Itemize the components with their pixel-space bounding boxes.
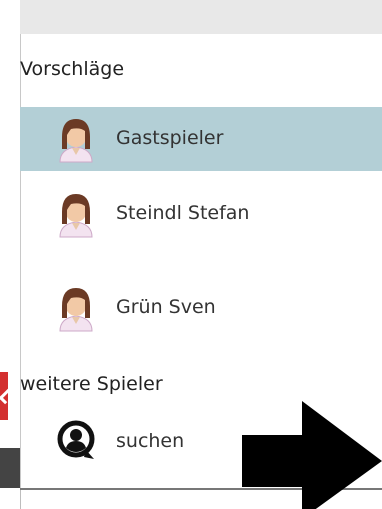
suggestion-item-gastspieler[interactable]: Gastspieler xyxy=(20,107,382,171)
suggestion-label: Steindl Stefan xyxy=(116,202,250,224)
female-player-avatar-icon xyxy=(59,119,93,163)
background-dark-area xyxy=(0,448,20,488)
suggestion-label: Gastspieler xyxy=(116,127,224,149)
suggestions-header: Vorschläge xyxy=(20,58,125,80)
suggestion-item-steindl-stefan[interactable]: Steindl Stefan xyxy=(20,182,382,246)
more-players-header: weitere Spieler xyxy=(20,373,163,395)
suggestion-label: Grün Sven xyxy=(116,296,216,318)
female-player-avatar-icon xyxy=(59,194,93,238)
suggestion-item-gruen-sven[interactable]: Grün Sven xyxy=(20,276,382,340)
background-strip xyxy=(0,0,21,509)
background-red-tab xyxy=(0,372,8,420)
dropdown-top-bar xyxy=(20,0,382,35)
search-person-icon xyxy=(57,420,95,459)
search-label: suchen xyxy=(116,430,185,452)
pointer-arrow-icon xyxy=(242,401,382,509)
female-player-avatar-icon xyxy=(59,288,93,332)
